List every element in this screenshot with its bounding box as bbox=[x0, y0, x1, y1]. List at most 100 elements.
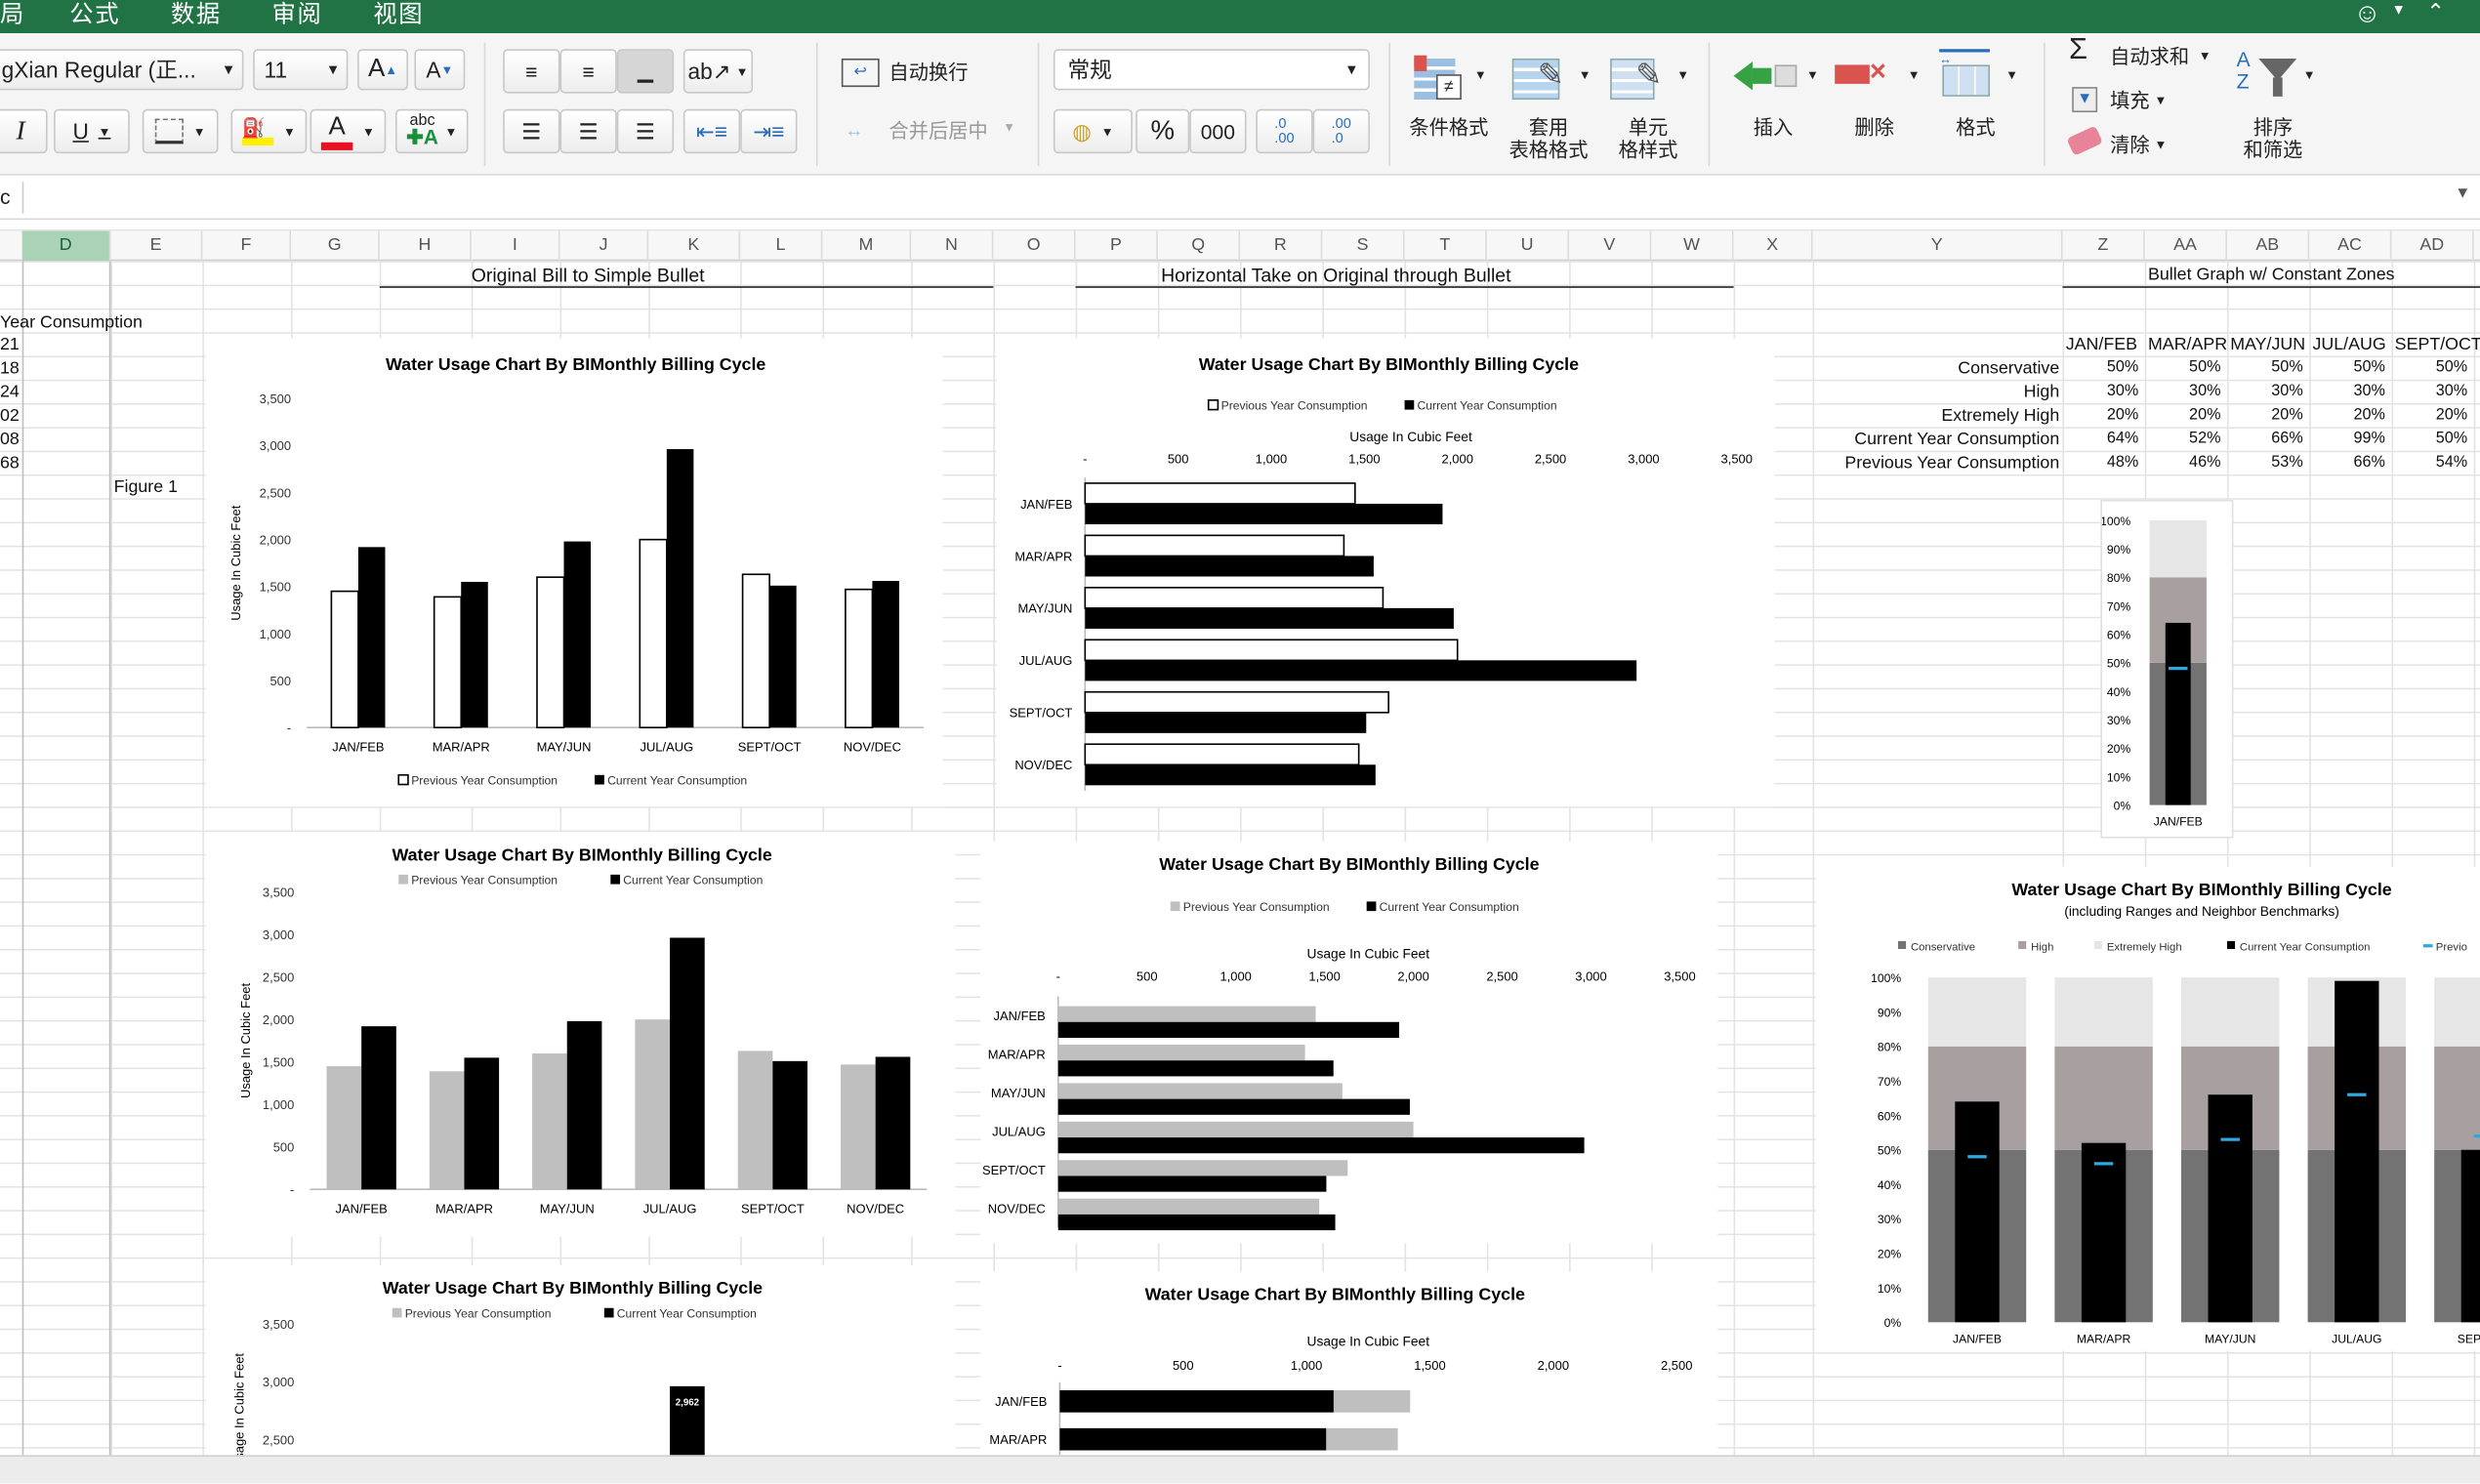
cell-style-label-2[interactable]: 格样式 bbox=[1604, 140, 1693, 162]
column-header-S[interactable]: S bbox=[1322, 230, 1405, 262]
table-cell[interactable]: 64% bbox=[2062, 431, 2138, 448]
collapse-ribbon-icon[interactable]: ⌃ bbox=[2426, 0, 2447, 25]
column-header-E[interactable]: E bbox=[110, 230, 203, 262]
column-header-F[interactable]: F bbox=[202, 230, 292, 262]
sort-filter-label-1[interactable]: 排序 bbox=[2233, 117, 2312, 140]
cell-value[interactable]: 24 bbox=[0, 383, 20, 401]
tab-formulas[interactable]: 公式 bbox=[69, 0, 120, 30]
format-button[interactable]: 格式 bbox=[1936, 117, 2015, 140]
formula-input[interactable] bbox=[28, 181, 2442, 216]
table-cell[interactable]: 20% bbox=[2227, 406, 2302, 424]
font-color-button[interactable]: A ▼ bbox=[310, 108, 387, 154]
percent-button[interactable]: % bbox=[1136, 108, 1190, 154]
table-cell[interactable]: 50% bbox=[2227, 359, 2302, 377]
column-header-AD[interactable]: AD bbox=[2391, 230, 2474, 262]
chart-bullet-ranges[interactable]: Water Usage Chart By BIMonthly Billing C… bbox=[1815, 866, 2480, 1351]
number-format-select[interactable]: 常规 ▼ bbox=[1053, 49, 1370, 91]
column-header-AC[interactable]: AC bbox=[2309, 230, 2392, 262]
smiley-icon[interactable]: ☺ bbox=[2354, 0, 2383, 30]
column-header-I[interactable]: I bbox=[472, 230, 560, 262]
tab-data[interactable]: 数据 bbox=[171, 0, 222, 30]
column-header-X[interactable]: X bbox=[1734, 230, 1813, 262]
insert-button[interactable]: 插入 bbox=[1734, 117, 1813, 140]
tab-view[interactable]: 视图 bbox=[373, 0, 424, 30]
table-cell[interactable]: 20% bbox=[2309, 406, 2385, 424]
table-cell[interactable]: 50% bbox=[2391, 359, 2467, 377]
chart-column-outlined[interactable]: Water Usage Chart By BIMonthly Billing C… bbox=[205, 338, 943, 807]
column-header-Q[interactable]: Q bbox=[1158, 230, 1241, 262]
table-cell[interactable]: 20% bbox=[2062, 406, 2138, 424]
column-header-U[interactable]: U bbox=[1487, 230, 1570, 262]
name-box[interactable]: c bbox=[0, 186, 11, 209]
align-right-button[interactable]: ☰ bbox=[616, 108, 675, 154]
tab-layout[interactable]: 局 bbox=[0, 0, 25, 30]
delete-cells-icon[interactable]: × bbox=[1835, 56, 1898, 91]
table-cell[interactable]: 30% bbox=[2145, 383, 2220, 400]
column-header-H[interactable]: H bbox=[380, 230, 472, 262]
table-cell[interactable]: 66% bbox=[2309, 454, 2385, 472]
cell-value[interactable]: 08 bbox=[0, 431, 20, 449]
align-center-button[interactable]: ☰ bbox=[559, 108, 617, 154]
column-header-Y[interactable]: Y bbox=[1813, 230, 2063, 262]
expand-formula-icon[interactable]: ▼ bbox=[2455, 186, 2470, 203]
chart-horizontal-gray[interactable]: Water Usage Chart By BIMonthly Billing C… bbox=[980, 841, 1718, 1244]
table-cell[interactable]: 48% bbox=[2062, 454, 2138, 472]
column-header-R[interactable]: R bbox=[1240, 230, 1323, 262]
fill-color-button[interactable]: ⛽ ▼ bbox=[230, 108, 308, 154]
conditional-format-button[interactable]: 条件格式 bbox=[1401, 117, 1496, 140]
column-header-G[interactable]: G bbox=[291, 230, 380, 262]
table-cell[interactable]: 20% bbox=[2391, 406, 2467, 424]
column-header-N[interactable]: N bbox=[911, 230, 994, 262]
cell-value[interactable]: 18 bbox=[0, 359, 20, 378]
column-header-V[interactable]: V bbox=[1569, 230, 1652, 262]
table-cell[interactable]: 20% bbox=[2145, 406, 2220, 424]
table-cell[interactable]: 52% bbox=[2145, 431, 2220, 448]
insert-cells-icon[interactable] bbox=[1733, 56, 1798, 91]
table-row-label[interactable]: Previous Year Consumption bbox=[1813, 454, 2059, 473]
table-header[interactable]: MAY/JUN bbox=[2230, 335, 2305, 353]
autosum-button[interactable]: 自动求和 bbox=[2110, 46, 2189, 68]
column-header-Z[interactable]: Z bbox=[2062, 230, 2145, 262]
chart-column-gray[interactable]: Water Usage Chart By BIMonthly Billing C… bbox=[205, 832, 956, 1237]
sort-filter-icon[interactable]: AZ bbox=[2237, 48, 2300, 105]
column-header-P[interactable]: P bbox=[1076, 230, 1158, 262]
tab-review[interactable]: 审阅 bbox=[272, 0, 323, 30]
table-cell[interactable]: 54% bbox=[2391, 454, 2467, 472]
column-header-M[interactable]: M bbox=[822, 230, 912, 262]
table-cell[interactable]: 66% bbox=[2227, 431, 2302, 448]
underline-button[interactable]: U ▼ bbox=[54, 108, 130, 154]
table-cell[interactable]: 50% bbox=[2145, 359, 2220, 377]
column-header-AA[interactable]: AA bbox=[2145, 230, 2227, 262]
column-header-W[interactable]: W bbox=[1651, 230, 1734, 262]
table-cell[interactable]: 46% bbox=[2145, 454, 2220, 472]
table-cell[interactable]: 30% bbox=[2227, 383, 2302, 400]
cell-style-label-1[interactable]: 单元 bbox=[1604, 117, 1693, 140]
table-row-label[interactable]: Current Year Consumption bbox=[1813, 431, 2059, 449]
wrap-text-button[interactable]: 自动换行 bbox=[889, 62, 968, 84]
column-header-L[interactable]: L bbox=[740, 230, 823, 262]
table-cell[interactable]: 53% bbox=[2227, 454, 2302, 472]
increase-decimal-button[interactable]: .0 .00 bbox=[1256, 108, 1313, 154]
column-header-AB[interactable]: AB bbox=[2227, 230, 2310, 262]
table-cell[interactable]: 50% bbox=[2391, 431, 2467, 448]
cell-value[interactable]: 02 bbox=[0, 406, 20, 425]
cell-value[interactable]: 68 bbox=[0, 454, 20, 473]
table-row-label[interactable]: Extremely High bbox=[1813, 406, 2059, 425]
chevron-down-icon[interactable]: ▼ bbox=[2391, 2, 2407, 18]
decrease-decimal-button[interactable]: .00 .0 bbox=[1312, 108, 1370, 154]
column-header-D[interactable]: D bbox=[21, 230, 111, 262]
spell-check-button[interactable]: abc ✚A ▼ bbox=[395, 108, 469, 154]
fill-button[interactable]: 填充 bbox=[2110, 90, 2150, 112]
orientation-button[interactable]: ab↗ ▼ bbox=[682, 49, 754, 94]
column-header-K[interactable]: K bbox=[648, 230, 741, 262]
delete-button[interactable]: 删除 bbox=[1835, 117, 1914, 140]
comma-style-button[interactable]: 000 bbox=[1189, 108, 1247, 154]
align-top-button[interactable]: ≡ bbox=[503, 49, 560, 94]
chart-column-labelled[interactable]: Water Usage Chart By BIMonthly Billing C… bbox=[205, 1265, 956, 1456]
table-cell[interactable]: 99% bbox=[2309, 431, 2385, 448]
clear-button[interactable]: 清除 bbox=[2110, 135, 2150, 157]
column-header-T[interactable]: T bbox=[1405, 230, 1487, 262]
align-left-button[interactable]: ☰ bbox=[503, 108, 560, 154]
accounting-format-button[interactable]: ◍ ▼ bbox=[1053, 108, 1133, 154]
decrease-font-button[interactable]: A ▼ bbox=[414, 49, 466, 91]
